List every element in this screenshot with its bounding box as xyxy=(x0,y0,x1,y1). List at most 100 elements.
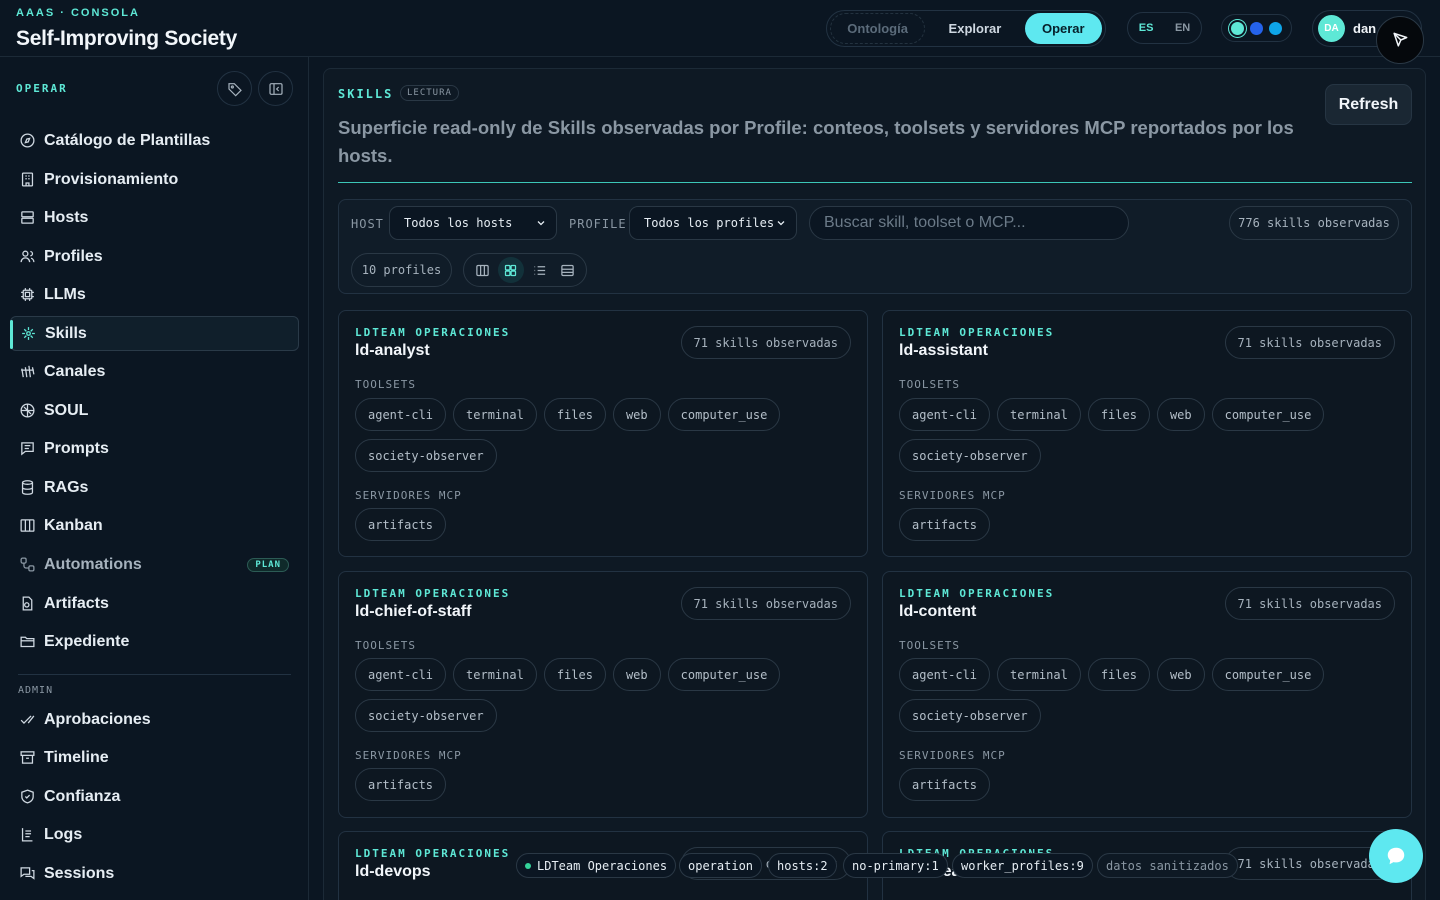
card-skill-count: 71 skills observadas xyxy=(1224,326,1395,359)
profile-card[interactable]: LDTEAM OPERACIONES ld-chief-of-staff 71 … xyxy=(338,571,868,818)
toolset-tag: terminal xyxy=(453,398,537,431)
mode-operar[interactable]: Operar xyxy=(1024,13,1102,44)
lang-es[interactable]: ES xyxy=(1139,22,1154,34)
card-team: LDTEAM OPERACIONES xyxy=(899,587,1055,600)
toolset-tag: terminal xyxy=(453,658,537,691)
refresh-button[interactable]: Refresh xyxy=(1325,84,1412,125)
sidebar-item-label: Provisionamiento xyxy=(44,170,179,188)
status-team: LDTeam Operaciones xyxy=(516,853,677,878)
sidebar-item-skills[interactable]: Skills xyxy=(10,316,299,351)
sidebar-item-aprobaciones[interactable]: Aprobaciones xyxy=(10,702,299,737)
mcp-list: artifacts xyxy=(899,768,1339,801)
sidebar-item-label: Logs xyxy=(44,825,83,843)
theme-teal[interactable] xyxy=(1231,21,1244,35)
sidebar-item-catalogo[interactable]: Catálogo de Plantillas xyxy=(10,123,299,158)
sidebar-item-label: Canales xyxy=(44,362,106,380)
sidebar-item-timeline[interactable]: Timeline xyxy=(10,740,299,775)
toolset-tag: society-observer xyxy=(899,699,1041,732)
view-grid-button[interactable] xyxy=(497,257,524,283)
folder-icon xyxy=(20,636,35,648)
sidebar-item-sessions[interactable]: Sessions xyxy=(10,856,299,891)
tag-filter-button[interactable] xyxy=(217,71,252,106)
channels-icon xyxy=(21,365,35,378)
profile-select[interactable]: Todos los profiles xyxy=(629,206,797,240)
sidebar-item-prompts[interactable]: Prompts xyxy=(10,431,299,466)
archive-icon xyxy=(20,751,35,764)
toolset-tag: computer_use xyxy=(667,658,781,691)
profile-card[interactable]: LDTEAM OPERACIONES ld-content 71 skills … xyxy=(882,571,1412,818)
mcp-tag: artifacts xyxy=(899,508,991,541)
sidebar-section-title: OPERAR xyxy=(16,82,68,95)
sidebar-item-provisionamiento[interactable]: Provisionamiento xyxy=(10,162,299,197)
sidebar-item-label: Kanban xyxy=(44,516,103,534)
toolset-tag: society-observer xyxy=(899,439,1041,472)
sidebar-item-canales[interactable]: Canales xyxy=(10,354,299,389)
sidebar-item-label: Prompts xyxy=(44,439,109,457)
chevron-down-icon xyxy=(537,221,545,226)
chat-button[interactable] xyxy=(1369,829,1423,883)
mode-ontologia[interactable]: Ontología xyxy=(830,13,926,44)
toolset-tag: web xyxy=(612,658,661,691)
view-columns-button[interactable] xyxy=(469,257,495,283)
workflow-icon xyxy=(20,557,35,572)
card-skill-count: 71 skills observadas xyxy=(680,326,851,359)
sidebar-item-hosts[interactable]: Hosts xyxy=(10,200,299,235)
host-select[interactable]: Todos los hosts xyxy=(389,206,557,240)
toolsets-label: TOOLSETS xyxy=(355,639,416,652)
toolsets-label: TOOLSETS xyxy=(899,378,960,391)
panel-collapse-icon xyxy=(268,82,283,95)
sidebar-item-logs[interactable]: Logs xyxy=(10,817,299,852)
sidebar-item-soul[interactable]: SOUL xyxy=(10,393,299,428)
sidebar-item-label: RAGs xyxy=(44,478,89,496)
user-name: dan xyxy=(1353,21,1377,36)
tag-icon xyxy=(227,82,242,97)
collapse-sidebar-button[interactable] xyxy=(258,71,293,106)
toolset-tag: web xyxy=(612,398,661,431)
toolset-tag: agent-cli xyxy=(355,658,447,691)
search-input[interactable]: Buscar skill, toolset o MCP... xyxy=(809,206,1129,240)
profile-card[interactable]: LDTEAM OPERACIONES ld-assistant 71 skill… xyxy=(882,310,1412,557)
mcp-label: SERVIDORES MCP xyxy=(899,489,1006,502)
sidebar-item-kanban[interactable]: Kanban xyxy=(10,508,299,543)
mcp-list: artifacts xyxy=(899,508,1339,541)
pointer-tool-button[interactable] xyxy=(1376,16,1424,64)
sidebar-item-confianza[interactable]: Confianza xyxy=(10,779,299,814)
message-icon xyxy=(21,442,34,456)
sidebar-item-artifacts[interactable]: Artifacts xyxy=(10,586,299,621)
sidebar-item-llms[interactable]: LLMs xyxy=(10,277,299,312)
lang-en[interactable]: EN xyxy=(1175,22,1190,34)
chip-icon xyxy=(21,288,34,301)
mcp-tag: artifacts xyxy=(899,768,991,801)
sidebar-item-expediente[interactable]: Expediente xyxy=(10,624,299,659)
top-bar: AAAS · CONSOLA Self-Improving Society On… xyxy=(0,0,1440,57)
card-profile-name: ld-analyst xyxy=(355,342,430,359)
toolsets-list: agent-cli terminal files web computer_us… xyxy=(355,658,795,732)
sidebar-item-profiles[interactable]: Profiles xyxy=(10,239,299,274)
profile-filter-label: PROFILE xyxy=(569,217,627,231)
language-switcher: ES EN xyxy=(1127,12,1202,44)
toolset-tag: files xyxy=(1087,658,1150,691)
status-primary: no-primary:1 xyxy=(843,853,948,878)
view-list-button[interactable] xyxy=(526,257,552,283)
soul-icon xyxy=(20,403,35,418)
brand-title: Self-Improving Society xyxy=(16,27,237,50)
status-hosts: hosts:2 xyxy=(768,853,837,878)
host-select-value: Todos los hosts xyxy=(404,216,513,230)
profile-card[interactable]: LDTEAM OPERACIONES ld-analyst 71 skills … xyxy=(338,310,868,557)
online-dot-icon xyxy=(525,862,531,869)
sidebar-item-automations[interactable]: Automations PLAN xyxy=(10,547,299,582)
toolset-tag: web xyxy=(1156,398,1205,431)
sidebar-item-label: Skills xyxy=(45,324,87,342)
toolset-tag: agent-cli xyxy=(355,398,447,431)
avatar: DA xyxy=(1318,15,1345,42)
sidebar-item-rags[interactable]: RAGs xyxy=(10,470,299,505)
toolsets-list: agent-cli terminal files web computer_us… xyxy=(899,398,1339,472)
view-table-button[interactable] xyxy=(555,257,581,283)
status-sanitized: datos sanitizados xyxy=(1097,853,1238,878)
chat-bubble-icon xyxy=(1387,847,1405,865)
toolset-tag: computer_use xyxy=(667,398,781,431)
mode-explorar[interactable]: Explorar xyxy=(929,13,1020,44)
plan-badge: PLAN xyxy=(247,558,289,572)
theme-sky[interactable] xyxy=(1269,21,1282,35)
theme-blue[interactable] xyxy=(1250,21,1263,35)
